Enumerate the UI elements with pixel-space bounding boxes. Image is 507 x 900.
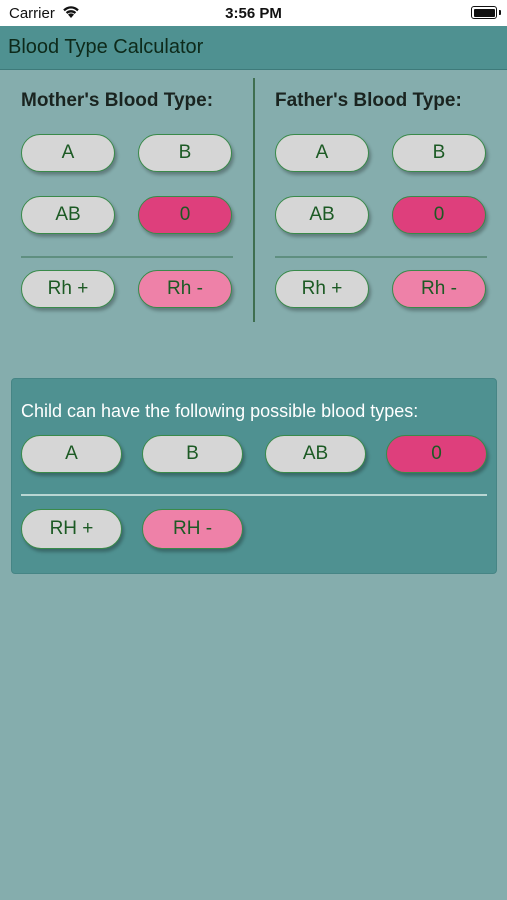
mother-rh-positive-button[interactable]: Rh +	[21, 270, 115, 308]
clock: 3:56 PM	[225, 5, 282, 22]
mother-rh-negative-button[interactable]: Rh -	[138, 270, 232, 308]
father-divider	[275, 256, 487, 258]
child-results-title: Child can have the following possible bl…	[21, 401, 419, 421]
father-rh-positive-button[interactable]: Rh +	[275, 270, 369, 308]
father-type-b-button[interactable]: B	[392, 134, 486, 172]
father-type-a-button[interactable]: A	[275, 134, 369, 172]
app-title: Blood Type Calculator	[8, 36, 204, 58]
child-type-0: 0	[386, 435, 487, 473]
mother-type-b-button[interactable]: B	[138, 134, 232, 172]
child-type-ab: AB	[265, 435, 366, 473]
mother-heading: Mother's Blood Type:	[21, 90, 214, 111]
father-type-0-button[interactable]: 0	[392, 196, 486, 234]
mother-divider	[21, 256, 233, 258]
nav-bar: Blood Type Calculator	[0, 26, 507, 70]
battery-icon	[471, 6, 497, 19]
mother-type-a-button[interactable]: A	[21, 134, 115, 172]
mother-type-ab-button[interactable]: AB	[21, 196, 115, 234]
child-type-a: A	[21, 435, 122, 473]
father-rh-negative-button[interactable]: Rh -	[392, 270, 486, 308]
father-heading: Father's Blood Type:	[275, 90, 462, 111]
battery-tip	[499, 10, 501, 15]
child-type-b: B	[142, 435, 243, 473]
child-rh-positive: RH +	[21, 509, 122, 549]
child-rh-negative: RH -	[142, 509, 243, 549]
parents-vertical-divider	[253, 78, 255, 322]
child-divider	[21, 494, 487, 496]
status-bar: Carrier 3:56 PM	[0, 0, 507, 26]
father-type-ab-button[interactable]: AB	[275, 196, 369, 234]
mother-type-0-button[interactable]: 0	[138, 196, 232, 234]
